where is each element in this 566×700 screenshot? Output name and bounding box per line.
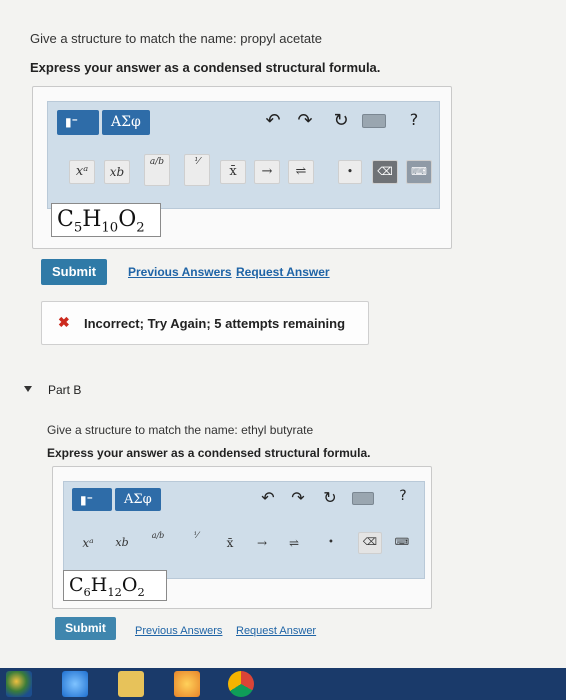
fraction-inline-button[interactable]: ⅟ [184,528,208,556]
incorrect-icon: ✖ [58,314,70,330]
part-a-answer-input[interactable]: C5H10O2 [51,203,161,237]
part-a-prompt: Give a structure to match the name: prop… [30,31,322,46]
start-button-icon[interactable] [6,671,32,697]
greek-symbols-button[interactable]: ΑΣφ [115,488,161,511]
subscript-label: xb [109,165,125,179]
formula-c: C [69,574,84,596]
superscript-label: xᵃ [82,536,94,550]
fraction-inline-button[interactable]: ⅟ [184,154,210,186]
dot-button[interactable]: • [320,532,342,554]
formula-h: H [82,207,102,232]
part-a-feedback: ✖ Incorrect; Try Again; 5 attempts remai… [41,301,369,345]
part-a-request-answer-link[interactable]: Request Answer [236,265,330,279]
greek-label: ΑΣφ [124,492,152,507]
xbar-label: x̄ [226,536,234,550]
formula-o: O [121,574,138,596]
keyboard-icon[interactable] [362,114,386,128]
taskbar [0,668,566,700]
greek-label: ΑΣφ [111,114,141,130]
template-button[interactable]: ▮⁼ [57,110,99,135]
part-b-request-answer-link[interactable]: Request Answer [236,625,316,637]
keyboard-toggle-icon[interactable]: ⌨ [406,160,432,184]
superscript-button[interactable]: xᵃ [76,532,100,554]
part-a-toolbar: ▮⁼ ΑΣφ ↶ ↷ ↻ ? xᵃ xb a/b ⅟ x̄ → ⇌ • ⌫ ⌨ [47,101,440,209]
part-a-submit-button[interactable]: Submit [41,259,107,285]
dot-label: • [346,165,354,178]
redo-icon[interactable]: ↷ [288,488,308,508]
formula-c-sub: 6 [83,584,91,599]
keyboard-icon[interactable] [352,492,374,505]
formula-o-sub: 2 [137,584,145,599]
part-b-toolbar: ▮⁼ ΑΣφ ↶ ↷ ↻ ? xᵃ xb a/b ⅟ x̄ → ⇌ • ⌫ ⌨ [63,481,425,579]
part-a-previous-answers-link[interactable]: Previous Answers [128,265,232,279]
formula-c: C [57,207,74,232]
formula-h-sub: 12 [107,584,122,599]
arrow-label: → [261,164,273,179]
media-player-icon[interactable] [174,671,200,697]
formula-h: H [90,574,108,596]
reaction-arrow-button[interactable]: → [254,160,280,184]
part-b-answer-input[interactable]: C6H12O2 [63,570,167,601]
equilibrium-arrow-button[interactable]: ⇌ [282,532,306,554]
arrow-label: → [256,536,268,550]
xbar-label: x̄ [229,164,237,179]
superscript-button[interactable]: xᵃ [69,160,95,184]
formula-o-sub: 2 [136,220,145,236]
greek-symbols-button[interactable]: ΑΣφ [102,110,150,135]
template-icon: ▮⁼ [80,493,93,507]
keyboard-toggle-icon[interactable]: ⌨ [390,532,414,554]
file-explorer-icon[interactable] [118,671,144,697]
part-a-instruction: Express your answer as a condensed struc… [30,60,381,75]
part-b-submit-button[interactable]: Submit [55,617,116,640]
reset-icon[interactable]: ↻ [320,488,340,508]
chrome-icon[interactable] [228,671,254,697]
xbar-button[interactable]: x̄ [218,532,242,554]
collapse-caret-icon[interactable] [24,386,32,392]
delete-button[interactable]: ⌫ [358,532,382,554]
fraction-button[interactable]: a/b [144,154,170,186]
subscript-label: xb [115,536,129,549]
subscript-button[interactable]: xb [110,532,134,554]
fraction-button[interactable]: a/b [146,528,170,556]
xbar-button[interactable]: x̄ [220,160,246,184]
part-a-answer-editor: ▮⁼ ΑΣφ ↶ ↷ ↻ ? xᵃ xb a/b ⅟ x̄ → ⇌ • ⌫ ⌨ … [32,86,452,249]
redo-icon[interactable]: ↷ [294,110,316,132]
reaction-arrow-button[interactable]: → [250,532,274,554]
template-icon: ▮⁼ [65,115,78,129]
part-b-previous-answers-link[interactable]: Previous Answers [135,625,222,637]
subscript-button[interactable]: xb [104,160,130,184]
part-b-prompt: Give a structure to match the name: ethy… [47,423,314,437]
browser-icon[interactable] [62,671,88,697]
undo-icon[interactable]: ↶ [262,110,284,132]
formula-h-sub: 10 [101,220,119,236]
part-b-instruction: Express your answer as a condensed struc… [47,446,371,460]
undo-icon[interactable]: ↶ [258,488,278,508]
reset-icon[interactable]: ↻ [330,110,352,132]
equilibrium-label: ⇌ [288,536,300,550]
delete-button[interactable]: ⌫ [372,160,398,184]
superscript-label: xᵃ [75,164,89,179]
equilibrium-arrow-button[interactable]: ⇌ [288,160,314,184]
formula-c-sub: 5 [73,220,83,236]
feedback-text: Incorrect; Try Again; 5 attempts remaini… [84,316,346,331]
template-button[interactable]: ▮⁼ [72,488,112,511]
part-b-answer-editor: ▮⁼ ΑΣφ ↶ ↷ ↻ ? xᵃ xb a/b ⅟ x̄ → ⇌ • ⌫ ⌨ … [52,466,432,609]
formula-o: O [118,207,137,232]
dot-button[interactable]: • [338,160,362,184]
dot-label: • [328,537,334,548]
fraction-label: a/b [151,531,165,540]
fraction-label: a/b [149,157,165,167]
part-b-title: Part B [48,383,82,397]
equilibrium-label: ⇌ [295,164,307,179]
help-button[interactable]: ? [404,110,424,132]
help-button[interactable]: ? [394,488,412,508]
